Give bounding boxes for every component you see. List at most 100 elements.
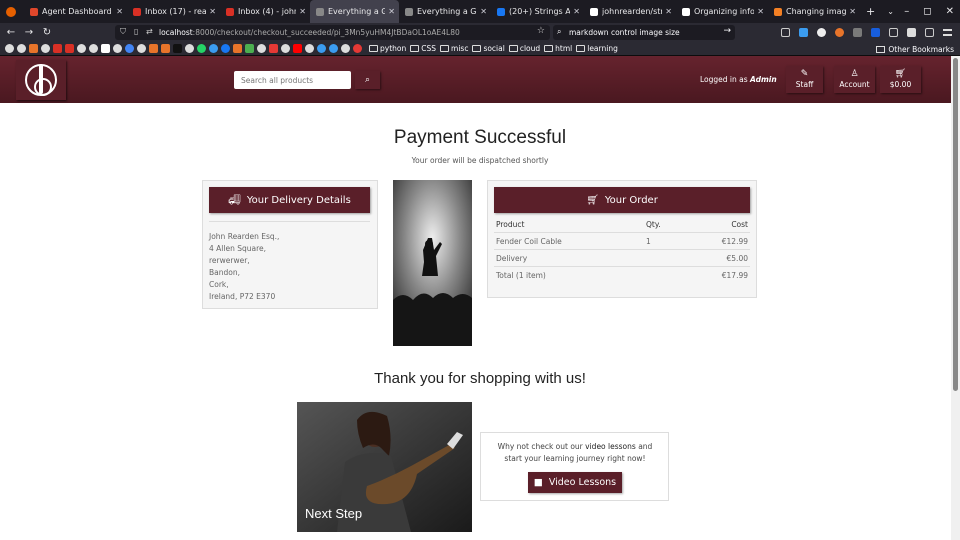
bookmark-icon-11[interactable]	[137, 44, 146, 53]
tab-close-icon[interactable]: ✕	[480, 7, 487, 16]
bookmark-icon-4[interactable]	[41, 44, 50, 53]
thank-you-heading: Thank you for shopping with us!	[374, 370, 586, 387]
bookmark-folder[interactable]: CSS	[410, 44, 436, 53]
tab-close-icon[interactable]: ✕	[573, 7, 580, 16]
whatsapp-icon[interactable]	[197, 44, 206, 53]
bookmark-icon-17[interactable]	[233, 44, 242, 53]
extension-icon-3[interactable]	[853, 28, 862, 37]
tab-favicon-icon	[497, 7, 505, 16]
video-lessons-button[interactable]: ■ Video Lessons	[528, 472, 622, 493]
reload-icon[interactable]: ↻	[38, 27, 56, 38]
bookmark-folder[interactable]: misc	[440, 44, 468, 53]
product-search-input[interactable]	[234, 71, 351, 89]
bookmark-icon-1[interactable]	[5, 44, 14, 53]
tab-list-chevron-icon[interactable]: ⌄	[887, 7, 894, 16]
concert-photo	[393, 180, 472, 346]
gmail-icon[interactable]	[53, 44, 62, 53]
close-window-button[interactable]: ✕	[946, 6, 954, 17]
browser-tab[interactable]: Organizing inform✕	[676, 0, 768, 23]
shield-icon[interactable]: ⛉	[120, 27, 126, 37]
bookmark-folder[interactable]: social	[472, 44, 505, 53]
tab-close-icon[interactable]: ✕	[849, 7, 856, 16]
bookmark-icon-7[interactable]	[89, 44, 98, 53]
bookmark-icon-18[interactable]	[245, 44, 254, 53]
tab-close-icon[interactable]: ✕	[299, 7, 306, 16]
youtube-icon[interactable]	[293, 44, 302, 53]
bookmark-folder[interactable]: cloud	[508, 44, 540, 53]
bookmark-icon-14[interactable]	[173, 44, 182, 53]
bookmark-icon-20[interactable]	[269, 44, 278, 53]
order-table-header: Product Qty. Cost	[494, 216, 750, 233]
cart-button[interactable]: 🛒︎ $0.00	[880, 66, 921, 93]
browser-tab[interactable]: Changing image si✕	[768, 0, 860, 23]
browser-tab[interactable]: Inbox (4) - john.rea✕	[220, 0, 310, 23]
bookmark-icon-26[interactable]	[353, 44, 362, 53]
minimize-button[interactable]: –	[904, 6, 909, 17]
forward-arrow-icon[interactable]: →	[20, 27, 38, 38]
browser-tab[interactable]: Everything a Guitarist✕	[310, 0, 399, 23]
extension-icon-2[interactable]	[835, 28, 844, 37]
bookmark-icon-5[interactable]	[65, 44, 74, 53]
url-bar[interactable]: ⛉ ▯ ⇄ localhost:8000/checkout/checkout_s…	[115, 25, 550, 40]
bookmark-folder[interactable]: learning	[576, 44, 618, 53]
scrollbar-thumb[interactable]	[953, 58, 958, 391]
browser-tab[interactable]: (20+) Strings Attac✕	[491, 0, 584, 23]
bookmark-icon-9[interactable]	[113, 44, 122, 53]
page-info-icon[interactable]: ▯	[134, 27, 138, 36]
tab-close-icon[interactable]: ✕	[665, 7, 672, 16]
tab-close-icon[interactable]: ✕	[116, 7, 123, 16]
video-lessons-link[interactable]: video lessons	[585, 442, 636, 451]
bookmark-icon-23[interactable]	[317, 44, 326, 53]
bookmark-icon-19[interactable]	[257, 44, 266, 53]
order-column-header: Cost	[731, 219, 748, 229]
bookmark-icon-10[interactable]	[125, 44, 134, 53]
facebook-icon[interactable]	[221, 44, 230, 53]
bitwarden-icon[interactable]	[871, 28, 880, 37]
bookmark-icon-13[interactable]	[161, 44, 170, 53]
tab-close-icon[interactable]: ✕	[757, 7, 764, 16]
firefox-icon[interactable]	[6, 6, 16, 17]
tab-title: Inbox (17) - rearde	[145, 7, 207, 16]
browser-tab[interactable]: Everything a Guitarist✕	[399, 0, 491, 23]
other-bookmarks[interactable]: Other Bookmarks	[876, 42, 954, 56]
pocket-icon[interactable]	[781, 28, 790, 37]
bookmark-icon-22[interactable]	[305, 44, 314, 53]
bookmark-icon-2[interactable]	[17, 44, 26, 53]
search-button[interactable]: ⌕	[355, 71, 380, 89]
tab-close-icon[interactable]: ✕	[209, 7, 216, 16]
download-icon[interactable]	[799, 28, 808, 37]
account-button[interactable]: ♙ Account	[834, 66, 875, 93]
browser-tab[interactable]: Agent Dashboard - My✕	[24, 0, 127, 23]
bookmark-icon-25[interactable]	[341, 44, 350, 53]
cart-icon: 🛒︎	[894, 69, 907, 79]
app-grid-icon[interactable]	[907, 28, 916, 37]
bookmark-icon-12[interactable]	[149, 44, 158, 53]
bookmark-icon-21[interactable]	[281, 44, 290, 53]
maximize-button[interactable]: ◻	[923, 6, 931, 17]
bookmark-folder[interactable]: html	[544, 44, 572, 53]
staff-button[interactable]: ✎ Staff	[786, 66, 823, 93]
edit-icon: ✎	[800, 69, 809, 79]
menu-icon[interactable]	[943, 29, 952, 36]
permissions-icon[interactable]: ⇄	[146, 27, 153, 36]
bookmark-folder-label: misc	[451, 44, 469, 53]
bookmark-icon-24[interactable]	[329, 44, 338, 53]
extension-icon-4[interactable]	[889, 28, 898, 37]
browser-search-field[interactable]: ⌕ markdown control image size →	[553, 25, 735, 40]
back-arrow-icon[interactable]: ←	[2, 27, 20, 38]
new-tab-button[interactable]: +	[866, 5, 875, 18]
browser-tab[interactable]: johnrearden/string✕	[584, 0, 676, 23]
bookmark-folder[interactable]: python	[369, 44, 406, 53]
extension-icon-1[interactable]	[817, 28, 826, 37]
tab-close-icon[interactable]: ✕	[388, 7, 395, 16]
browser-tab[interactable]: Inbox (17) - rearde✕	[127, 0, 220, 23]
bookmark-icon-6[interactable]	[77, 44, 86, 53]
bookmark-icon-8[interactable]	[101, 44, 110, 53]
bookmark-star-icon[interactable]: ☆	[537, 26, 545, 36]
go-arrow-icon[interactable]: →	[723, 26, 731, 36]
extensions-puzzle-icon[interactable]	[925, 28, 934, 37]
bookmark-icon-16[interactable]	[209, 44, 218, 53]
site-logo[interactable]	[16, 60, 66, 100]
bookmark-icon-3[interactable]	[29, 44, 38, 53]
bookmark-icon-15[interactable]	[185, 44, 194, 53]
